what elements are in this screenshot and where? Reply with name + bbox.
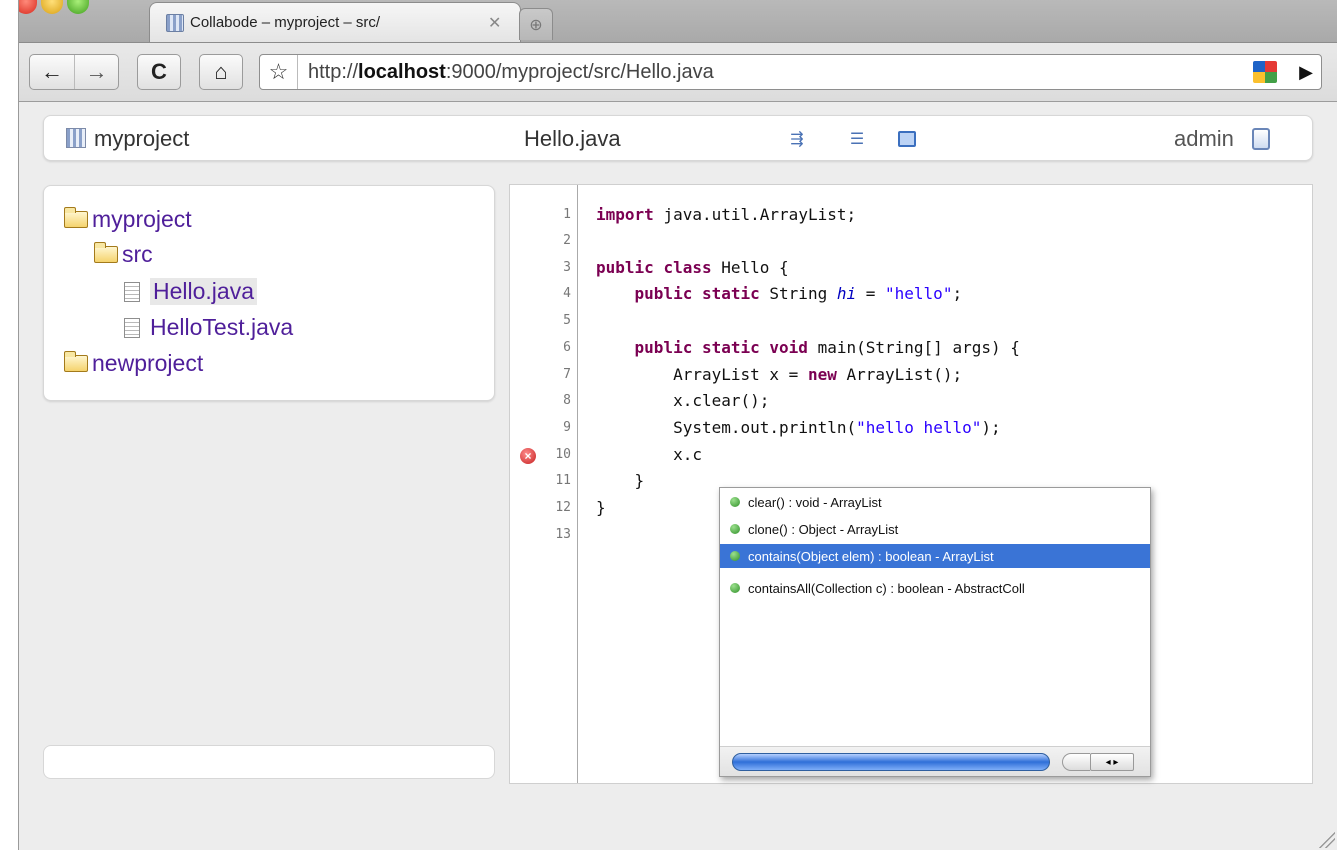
line-number-gutter: 1 2 3 4 5 6 7 8 9 × 10 11 12 13 xyxy=(510,185,578,783)
code-editor[interactable]: 1 2 3 4 5 6 7 8 9 × 10 11 12 13 import j… xyxy=(509,184,1313,784)
line-number: 7 xyxy=(563,367,571,382)
autocomplete-item-selected[interactable]: contains(Object elem) : boolean - ArrayL… xyxy=(720,544,1150,568)
tab-close-icon[interactable]: ✕ xyxy=(488,13,501,33)
format-code-icon[interactable]: ⇶ xyxy=(786,128,808,150)
logout-icon[interactable] xyxy=(1252,128,1270,150)
line-number: 6 xyxy=(563,340,571,355)
browser-toolbar: ← → C ⌂ ☆ http://localhost:9000/myprojec… xyxy=(19,42,1337,102)
code-line[interactable]: public static void main(String[] args) { xyxy=(596,338,1020,357)
horizontal-scrollbar[interactable]: ◂ ▸ xyxy=(720,746,1150,776)
folder-open-icon xyxy=(94,242,118,263)
line-number: 3 xyxy=(563,260,571,275)
file-title: Hello.java xyxy=(524,126,621,151)
code-line[interactable]: public static String hi = "hello"; xyxy=(596,284,963,303)
line-number: 10 xyxy=(555,447,571,462)
tree-item-myproject[interactable]: myproject xyxy=(64,206,192,233)
method-icon xyxy=(730,551,740,561)
code-line[interactable]: } xyxy=(596,498,606,517)
collabode-favicon-icon xyxy=(166,13,184,32)
tab-strip: Collabode – myproject – src/ ✕ ⊕ xyxy=(19,0,1337,42)
code-line[interactable]: System.out.println("hello hello"); xyxy=(596,418,1001,437)
tree-item-hellotest-java[interactable]: HelloTest.java xyxy=(124,314,293,341)
line-number: 12 xyxy=(555,500,571,515)
file-tree-panel: myproject src Hello.java HelloTest.java … xyxy=(43,185,495,401)
method-icon xyxy=(730,583,740,593)
go-button[interactable]: ▶ xyxy=(1291,62,1321,83)
extension-icon[interactable] xyxy=(1253,61,1277,83)
bookmark-star-icon[interactable]: ☆ xyxy=(260,55,298,89)
tree-item-src[interactable]: src xyxy=(94,241,153,268)
line-number: 4 xyxy=(563,286,571,301)
autocomplete-popup[interactable]: clear() : void - ArrayList clone() : Obj… xyxy=(719,487,1151,777)
tab-title: Collabode – myproject – src/ xyxy=(190,14,381,31)
code-line[interactable]: x.c xyxy=(596,445,702,464)
home-button[interactable]: ⌂ xyxy=(200,55,242,89)
tree-item-label[interactable]: myproject xyxy=(92,206,192,233)
autocomplete-item[interactable]: containsAll(Collection c) : boolean - Ab… xyxy=(720,576,1150,600)
line-number: 11 xyxy=(555,473,571,488)
line-number: 13 xyxy=(555,527,571,542)
resize-grip-icon[interactable] xyxy=(1317,830,1335,848)
autocomplete-item[interactable]: clone() : Object - ArrayList xyxy=(720,517,1150,541)
new-tab-button[interactable]: ⊕ xyxy=(519,8,553,40)
tree-item-label[interactable]: Hello.java xyxy=(150,278,257,305)
scroll-arrows[interactable]: ◂ ▸ xyxy=(1090,753,1134,771)
status-panel xyxy=(43,745,495,779)
user-name[interactable]: admin xyxy=(1174,126,1234,152)
indent-icon[interactable]: ☰ xyxy=(846,128,868,150)
home-group: ⌂ xyxy=(199,54,243,90)
console-icon[interactable] xyxy=(896,128,918,150)
code-line[interactable]: import java.util.ArrayList; xyxy=(596,205,856,224)
line-number: 2 xyxy=(563,233,571,248)
forward-button[interactable]: → xyxy=(73,55,118,89)
web-page: myproject Hello.java ⇶ ☰ admin myproject… xyxy=(19,103,1337,850)
line-number: 9 xyxy=(563,420,571,435)
tree-item-label[interactable]: newproject xyxy=(92,350,203,377)
project-icon xyxy=(66,128,86,148)
method-icon xyxy=(730,524,740,534)
minimize-window-button[interactable] xyxy=(41,0,63,14)
close-window-button[interactable] xyxy=(19,0,37,14)
browser-tab[interactable]: Collabode – myproject – src/ ✕ xyxy=(149,2,521,42)
project-title[interactable]: myproject xyxy=(94,126,189,152)
back-button[interactable]: ← xyxy=(30,55,74,89)
folder-open-icon xyxy=(64,207,88,228)
address-bar[interactable]: ☆ http://localhost:9000/myproject/src/He… xyxy=(259,54,1322,90)
app-header: myproject Hello.java ⇶ ☰ admin xyxy=(43,115,1313,161)
scrollbar-track-end xyxy=(1062,753,1090,771)
tree-item-hello-java[interactable]: Hello.java xyxy=(124,278,257,305)
tree-item-label[interactable]: src xyxy=(122,241,153,268)
folder-open-icon xyxy=(64,351,88,372)
reload-button[interactable]: C xyxy=(138,55,180,89)
url-text[interactable]: http://localhost:9000/myproject/src/Hell… xyxy=(298,61,1253,84)
line-number: 8 xyxy=(563,393,571,408)
autocomplete-item[interactable]: clear() : void - ArrayList xyxy=(720,490,1150,514)
code-line[interactable]: ArrayList x = new ArrayList(); xyxy=(596,365,962,384)
back-forward-group: ← → xyxy=(29,54,119,90)
reload-group: C xyxy=(137,54,181,90)
file-icon xyxy=(124,317,140,338)
code-line[interactable]: public class Hello { xyxy=(596,258,789,277)
tree-item-label[interactable]: HelloTest.java xyxy=(150,314,293,341)
browser-window: Collabode – myproject – src/ ✕ ⊕ ← → C ⌂… xyxy=(18,0,1337,850)
line-number: 5 xyxy=(563,313,571,328)
zoom-window-button[interactable] xyxy=(67,0,89,14)
code-line[interactable]: } xyxy=(596,471,645,490)
code-line[interactable]: x.clear(); xyxy=(596,391,769,410)
scrollbar-thumb[interactable] xyxy=(732,753,1050,771)
tree-item-newproject[interactable]: newproject xyxy=(64,350,203,377)
file-icon xyxy=(124,281,140,302)
method-icon xyxy=(730,497,740,507)
line-number: 1 xyxy=(563,207,571,222)
